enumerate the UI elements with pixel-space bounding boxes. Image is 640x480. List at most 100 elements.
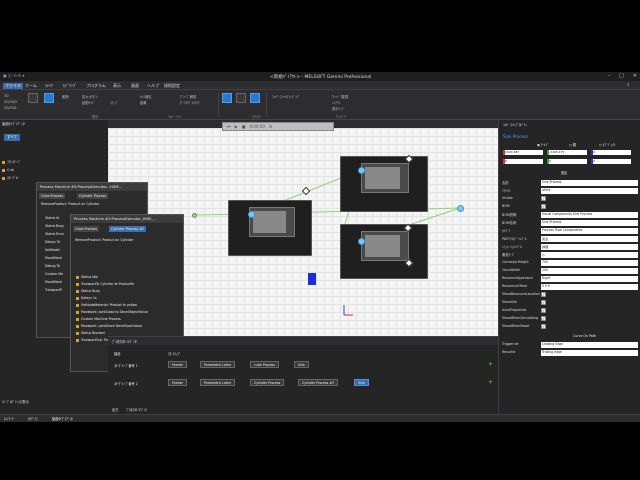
panel-b-item[interactable]: MoveJoint: JointScore DecelOpenValue [76, 324, 142, 328]
process-node-1[interactable] [248, 211, 255, 218]
panel-a-row[interactable]: RemoveProduct: Product on Cylinder [41, 202, 99, 206]
reset-icon[interactable]: ⏮ [227, 124, 231, 129]
material-a-icon[interactable] [222, 93, 232, 103]
panel-b-item[interactable]: MoveJoint: JointClose to DecelObjectValu… [76, 310, 148, 314]
panel-b-item[interactable]: Status Idle [76, 275, 98, 279]
ribbon-dialog-clear[interactable]: ﾀﾞｲｱﾛｸﾞのｸﾘｱ [180, 100, 200, 105]
move-tool-icon[interactable] [44, 93, 54, 103]
ribbon-2d-cad[interactable]: 2D/CAD [4, 100, 17, 104]
process-node-2[interactable] [358, 167, 365, 174]
panel-a-item[interactable]: MoveBlock [45, 256, 62, 260]
panel-b-item[interactable]: SetNodeMaterial: Product fn yellow [76, 303, 137, 307]
coord-parent-radio[interactable]: ○ 親 [569, 142, 576, 147]
x-field[interactable]: 2004.487 [503, 150, 543, 155]
flow-step-chip[interactable]: Feeder [168, 361, 187, 368]
ribbon-launch-side[interactable]: 起動ｻｲﾄﾞ [82, 100, 95, 105]
panel-b-row[interactable]: RemoveProduct: Product on Cylinder [75, 238, 133, 242]
panel-a-item[interactable]: Custom Ma [45, 272, 63, 276]
tab-cylinder-process-2[interactable]: Cylinder Process #2 [109, 226, 147, 232]
panel-b-item[interactable]: Custom Machine Process [76, 317, 121, 321]
panel-a-item[interactable]: TransportP [45, 288, 62, 292]
menu-program[interactable]: プログラム [86, 83, 106, 89]
left-tab-product-type-editor[interactable]: 製品ﾀｲﾌﾟｴﾃﾞｨﾀ [52, 416, 73, 421]
bottom-tab-output[interactable]: 出力 [112, 407, 118, 412]
menu-file[interactable]: ファイル [3, 83, 23, 89]
flow-step-chip[interactable]: Parametric Lathe [200, 379, 236, 386]
ribbon-range[interactable]: 範囲 [62, 94, 69, 99]
panel-a-item[interactable]: Status Id [45, 216, 59, 220]
process-node-3[interactable] [358, 238, 365, 245]
panel-b-item[interactable]: Status Busy [76, 289, 100, 293]
z-field[interactable]: 0 [591, 150, 631, 155]
panel-a-item[interactable]: Status Busy [45, 224, 64, 228]
tab-cube-process[interactable]: Cube Process [73, 226, 100, 232]
left-tab-network[interactable]: ﾈｯﾄﾜｰｸ [4, 416, 14, 421]
settings-icon[interactable]: ⚙ [269, 124, 273, 129]
bottom-tab-process-flow[interactable]: ﾌﾟﾛｾｽﾌﾛｰｴﾃﾞｨﾀ [126, 407, 147, 412]
ribbon-ungroup[interactable]: ｸﾞﾙｰﾌﾟ解除 [180, 94, 196, 99]
machine-cylinder-process[interactable] [340, 224, 428, 279]
panel-b-item[interactable]: Delays 1s [76, 296, 97, 300]
menu-connection[interactable]: 接続設定 [164, 83, 180, 89]
y-field[interactable]: -3465.475 [547, 150, 587, 155]
flow-group-2-label[interactable]: ｽﾀｰｸﾞﾙｰﾌﾟ番号 2 [114, 381, 138, 386]
ribbon-display-mode[interactable]: 表示ﾓｰﾄﾞ [332, 106, 345, 111]
panel-a-item[interactable]: Debug Ta [45, 264, 60, 268]
flow-step-chip-selected[interactable]: Sink [354, 379, 369, 386]
play-icon[interactable]: ▶ [235, 124, 238, 129]
ribbon-2d-ssd[interactable]: 2D/SSD [4, 106, 16, 110]
panel-a-item[interactable]: Status Error [45, 232, 64, 236]
maximize-icon[interactable]: □ [619, 73, 624, 79]
tree-item-cube[interactable]: Cub [2, 168, 14, 172]
machine-cube-process[interactable] [340, 156, 428, 212]
menu-screen[interactable]: 画面 [131, 83, 139, 89]
panel-a-item[interactable]: MoveBlock [45, 280, 62, 284]
tree-item-star-group[interactable]: ｽﾀｰｸﾞﾙｰ [2, 176, 19, 181]
ribbon-snap[interactable]: ｽﾅｯﾌﾟ [110, 100, 118, 105]
panel-a-item[interactable]: SetModel [45, 248, 60, 252]
ribbon-camera[interactable]: ｶﾒﾗ補足 [140, 94, 152, 99]
coord-object-radio[interactable]: ○ ｵﾌﾞｼﾞｪｸﾄ [599, 142, 616, 147]
minimize-icon[interactable]: – [608, 73, 611, 79]
panel-b-item[interactable]: Status Blocked [76, 331, 105, 335]
menu-states[interactable]: ｽﾃｲﾂ [45, 83, 53, 89]
tree-item-flow-stage[interactable]: ﾌﾛｰｽﾃｰｼﾞ [2, 160, 21, 165]
feeder-node[interactable] [192, 213, 197, 218]
coord-world-radio[interactable]: ◉ ﾜｰﾙﾄﾞ [537, 142, 549, 147]
flow-step-chip[interactable]: Cylinder Process [250, 379, 285, 386]
close-icon[interactable]: ✕ [633, 73, 637, 79]
tab-cube-process[interactable]: Cube Process [39, 193, 66, 199]
ribbon-zoom[interactable]: 拡大ボタン [82, 94, 98, 99]
add-step-icon[interactable]: + [488, 379, 493, 386]
process-node-4[interactable] [457, 205, 464, 212]
flow-step-chip[interactable]: Parametric Lathe [200, 361, 236, 368]
quick-access-toolbar[interactable]: ▣ ◫ ⟲ ⟳ ▾ [3, 73, 24, 78]
select-tool-icon[interactable] [28, 93, 38, 103]
flow-step-chip[interactable]: Cylinder Process #2 [298, 379, 339, 386]
menu-help[interactable]: ヘルプ [147, 83, 159, 89]
add-step-icon[interactable]: + [488, 361, 493, 368]
menu-view[interactable]: 表示 [113, 83, 121, 89]
help-icon[interactable]: ? [627, 83, 629, 88]
flow-step-chip[interactable]: Feeder [168, 379, 187, 386]
material-b-icon[interactable] [236, 93, 246, 103]
menu-modeling[interactable]: ﾓﾃﾞﾘﾝｸﾞ [63, 83, 77, 89]
sink-marker[interactable] [308, 273, 316, 285]
panel-a-item[interactable]: Delays Ta [45, 240, 60, 244]
show-properties-checkbox[interactable]: ☑ ﾌﾟﾛﾊﾟﾃｨの表示 [2, 400, 29, 405]
stop-icon[interactable]: ■ [242, 124, 246, 129]
ribbon-component-mapping[interactable]: ｺﾝﾎﾟｰﾈﾝﾄのﾏｯﾋﾟﾝｸﾞ [272, 94, 300, 99]
tab-cylinder-process[interactable]: Cylinder Process [77, 193, 109, 199]
ribbon-window-layout[interactable]: ｳｨﾝﾄﾞｳ配置 [332, 94, 348, 99]
flow-step-chip[interactable]: cube Process [250, 361, 279, 368]
ribbon-3d[interactable]: 3D [4, 94, 9, 98]
material-c-icon[interactable] [250, 93, 260, 103]
ribbon-distance[interactable]: 距離 [140, 100, 147, 105]
flow-group-1-label[interactable]: ﾌﾛｰｸﾞﾙｰﾌﾟ番号 1 [114, 363, 138, 368]
ry-field[interactable]: 0 [547, 159, 587, 164]
rz-field[interactable]: 0 [591, 159, 631, 164]
ribbon-layout[interactable]: ﾚｲｱｳﾄ [332, 100, 340, 105]
machine-lathe[interactable] [228, 200, 312, 256]
panel-b-item[interactable]: TransportTo Cylinder at Productfn [76, 282, 134, 286]
menu-home[interactable]: ホーム [25, 83, 37, 89]
